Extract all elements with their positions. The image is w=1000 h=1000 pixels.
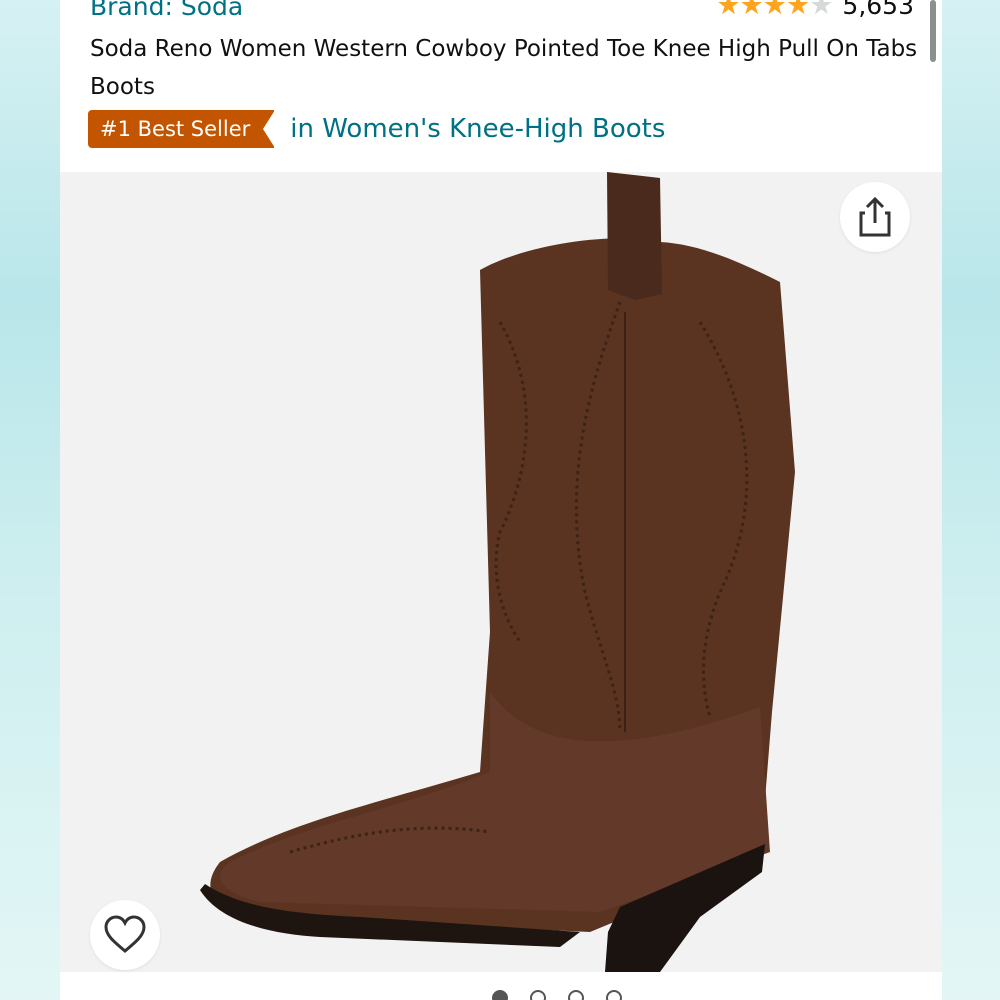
product-title: Soda Reno Women Western Cowboy Pointed T… (90, 36, 918, 100)
carousel-dot[interactable] (606, 990, 622, 1000)
product-image (200, 172, 796, 972)
star-icon: ★ (785, 0, 810, 21)
carousel-dots (492, 990, 622, 1000)
brand-link[interactable]: Brand: Soda (90, 0, 243, 21)
category-link[interactable]: in Women's Knee-High Boots (290, 114, 665, 144)
product-card: Brand: Soda ★ ★ ★ ★ ★ 5,653 Soda Reno Wo… (60, 0, 942, 1000)
carousel-dot[interactable] (568, 990, 584, 1000)
best-seller-badge: #1 Best Seller (88, 110, 276, 148)
share-icon (859, 196, 891, 237)
star-rating: ★ ★ ★ ★ ★ (716, 0, 833, 21)
wishlist-button[interactable] (90, 900, 160, 970)
star-icon: ★ (809, 0, 833, 21)
star-icon: ★ (739, 0, 764, 21)
carousel-dot[interactable] (530, 990, 546, 1000)
heart-icon (104, 915, 146, 953)
scrollbar[interactable] (930, 0, 936, 62)
star-icon: ★ (762, 0, 787, 21)
star-icon: ★ (716, 0, 740, 21)
share-button[interactable] (840, 182, 910, 252)
carousel-dot[interactable] (492, 990, 508, 1000)
rating-count[interactable]: 5,653 (842, 0, 914, 20)
product-image-carousel[interactable] (60, 172, 942, 972)
best-seller-row: #1 Best Seller in Women's Knee-High Boot… (88, 110, 665, 148)
rating[interactable]: ★ ★ ★ ★ ★ 5,653 (716, 0, 914, 21)
